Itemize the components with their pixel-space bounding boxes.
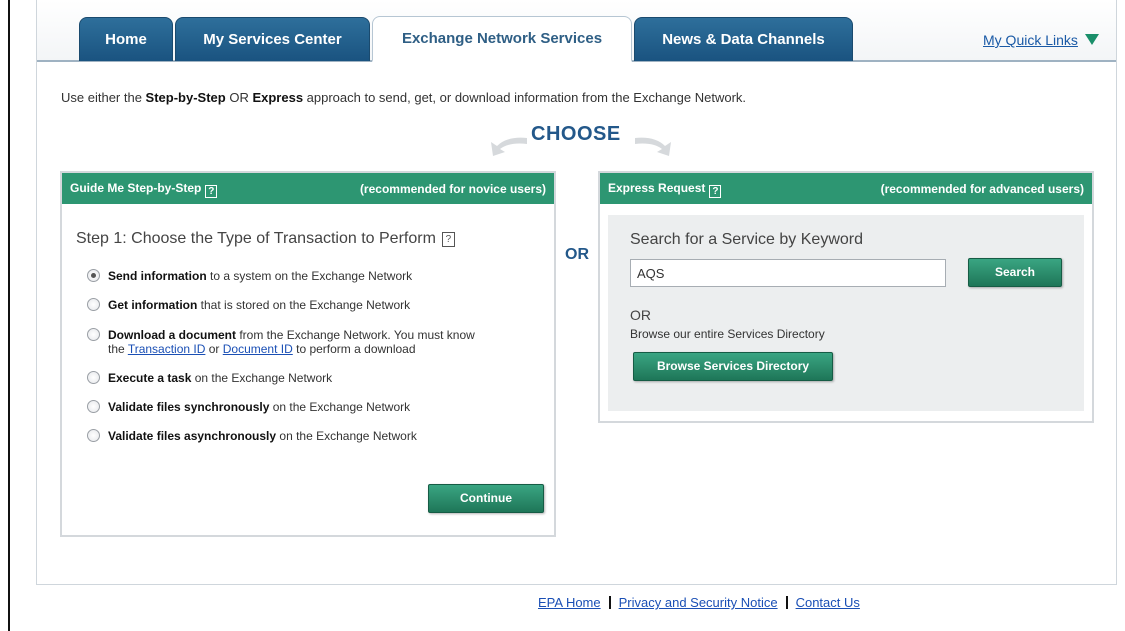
radio-download-document[interactable] (87, 328, 100, 341)
privacy-notice-link[interactable]: Privacy and Security Notice (619, 595, 778, 610)
option-bold-text: Execute a task (108, 371, 192, 385)
browse-text: Browse our entire Services Directory (630, 327, 825, 341)
intro-express: Express (252, 90, 304, 105)
browse-services-directory-button[interactable]: Browse Services Directory (633, 352, 833, 381)
radio-execute-task[interactable] (87, 371, 100, 384)
option-label: Download a document from the Exchange Ne… (108, 328, 475, 356)
option-bold-text: Validate files asynchronously (108, 429, 277, 443)
express-panel-title: Express Request? (608, 181, 722, 198)
option-rest-text: from the Exchange Network. You must know (236, 328, 475, 342)
guide-panel-header: Guide Me Step-by-Step? (recommended for … (62, 173, 554, 204)
epa-home-link[interactable]: EPA Home (538, 595, 601, 610)
step-title-text: Step 1: Choose the Type of Transaction t… (76, 230, 436, 247)
option-label: Validate files asynchronously on the Exc… (108, 429, 417, 443)
separator (785, 596, 788, 609)
option-line2-mid: or (205, 342, 223, 356)
step-title: Step 1: Choose the Type of Transaction t… (76, 230, 455, 248)
left-border-rule (8, 0, 10, 631)
option-bold-text: Validate files synchronously (108, 400, 270, 414)
curved-arrow-left-icon (491, 137, 527, 156)
search-button[interactable]: Search (968, 258, 1062, 287)
tab-exchange-network-services[interactable]: Exchange Network Services (372, 16, 632, 62)
radio-validate-async[interactable] (87, 429, 100, 442)
intro-step-by-step: Step-by-Step (145, 90, 226, 105)
option-bold-text: Get information (108, 298, 198, 312)
intro-part-2: OR (225, 90, 253, 105)
express-panel-header: Express Request? (recommended for advanc… (600, 173, 1092, 204)
intro-text: Use either the Step-by-Step OR Express a… (61, 90, 746, 105)
intro-part-3: approach to send, get, or download infor… (303, 90, 747, 105)
transaction-id-link[interactable]: Transaction ID (128, 342, 206, 356)
separator (608, 596, 611, 609)
express-search-area: Search for a Service by Keyword Search O… (608, 215, 1084, 411)
guide-me-panel: Guide Me Step-by-Step? (recommended for … (60, 171, 556, 537)
help-icon[interactable]: ? (709, 185, 722, 198)
option-rest-text: on the Exchange Network (269, 400, 411, 414)
triangle-down-icon[interactable] (1085, 34, 1099, 45)
option-label: Execute a task on the Exchange Network (108, 371, 332, 385)
option-rest-text: to a system on the Exchange Network (206, 269, 413, 283)
continue-button[interactable]: Continue (428, 484, 544, 513)
option-label: Send information to a system on the Exch… (108, 269, 412, 283)
help-icon[interactable]: ? (441, 232, 455, 247)
radio-send-information[interactable] (87, 269, 100, 282)
option-rest-text: on the Exchange Network (191, 371, 333, 385)
intro-part-1: Use either the (61, 90, 146, 105)
option-bold-text: Send information (108, 269, 207, 283)
express-request-panel: Express Request? (recommended for advanc… (598, 171, 1094, 423)
my-quick-links-link[interactable]: My Quick Links (983, 32, 1078, 48)
or-label: OR (630, 307, 651, 323)
radio-validate-sync[interactable] (87, 400, 100, 413)
option-label: Validate files synchronously on the Exch… (108, 400, 410, 414)
guide-panel-title: Guide Me Step-by-Step? (70, 181, 218, 198)
tab-news-data-channels[interactable]: News & Data Channels (634, 17, 853, 61)
option-rest-text: that is stored on the Exchange Network (197, 298, 411, 312)
express-title-text: Express Request (608, 181, 706, 195)
page-container: Home My Services Center Exchange Network… (36, 0, 1117, 585)
curved-arrow-right-icon (635, 137, 671, 156)
search-title: Search for a Service by Keyword (630, 231, 863, 248)
option-line2-post: to perform a download (292, 342, 416, 356)
or-divider: OR (565, 246, 589, 263)
footer-links: EPA Home Privacy and Security Notice Conta… (538, 595, 860, 610)
option-line2-pre: the (108, 342, 128, 356)
choose-label: CHOOSE (531, 123, 621, 145)
document-id-link[interactable]: Document ID (223, 342, 293, 356)
tab-home[interactable]: Home (79, 17, 173, 61)
guide-recommendation: (recommended for novice users) (359, 182, 546, 196)
help-icon[interactable]: ? (205, 185, 218, 198)
tab-bar: Home My Services Center Exchange Network… (37, 0, 1116, 62)
option-rest-text: on the Exchange Network (276, 429, 417, 443)
guide-title-text: Guide Me Step-by-Step (70, 181, 202, 195)
express-recommendation: (recommended for advanced users) (880, 182, 1084, 196)
tab-my-services-center[interactable]: My Services Center (175, 17, 370, 61)
contact-us-link[interactable]: Contact Us (796, 595, 860, 610)
radio-get-information[interactable] (87, 298, 100, 311)
option-label: Get information that is stored on the Ex… (108, 298, 410, 312)
search-input[interactable] (630, 259, 946, 287)
option-bold-text: Download a document (108, 328, 237, 342)
